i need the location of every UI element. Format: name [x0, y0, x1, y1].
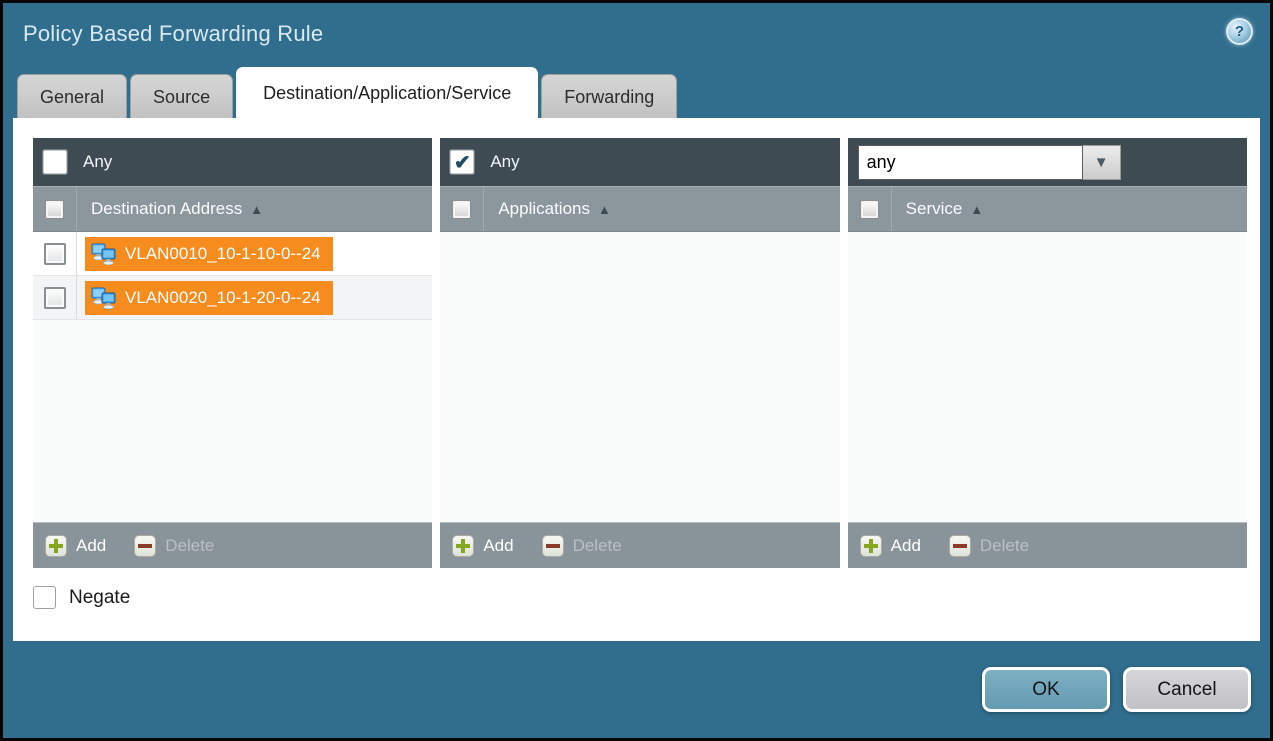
destination-select-all-cell [33, 187, 77, 231]
tab-source[interactable]: Source [130, 74, 233, 118]
add-label: Add [891, 536, 921, 556]
columns-container: Any Destination Address ▲ [33, 138, 1247, 568]
dropdown-button[interactable]: ▼ [1083, 145, 1121, 180]
help-icon[interactable]: ? [1226, 18, 1253, 45]
delete-label: Delete [573, 536, 622, 556]
applications-column: ✔ Any Applications ▲ [440, 138, 839, 568]
service-actions-bar: Add Delete [848, 522, 1247, 568]
add-label: Add [483, 536, 513, 556]
tab-general[interactable]: General [17, 74, 127, 118]
table-row: VLAN0020_10-1-20-0--24 [33, 276, 432, 320]
negate-checkbox[interactable] [33, 586, 56, 609]
cancel-button[interactable]: Cancel [1123, 667, 1251, 712]
destination-select-all-checkbox[interactable] [45, 200, 64, 219]
applications-any-checkbox[interactable]: ✔ [450, 150, 474, 174]
negate-row: Negate [33, 586, 1247, 609]
applications-select-all-cell [440, 187, 484, 231]
destination-actions-bar: Add Delete [33, 522, 432, 568]
tab-content: Any Destination Address ▲ [13, 118, 1260, 641]
service-list [848, 232, 1247, 522]
checkmark-icon: ✔ [454, 150, 471, 175]
destination-any-label: Any [83, 152, 112, 172]
service-dropdown-value[interactable]: any [858, 145, 1083, 180]
delete-label: Delete [980, 536, 1029, 556]
sort-ascending-icon: ▲ [250, 203, 263, 216]
negate-label: Negate [69, 587, 130, 609]
add-application-button[interactable]: Add [452, 535, 513, 557]
ok-button[interactable]: OK [982, 667, 1110, 712]
plus-icon [860, 535, 882, 557]
plus-icon [45, 535, 67, 557]
destination-address-header[interactable]: Destination Address ▲ [33, 186, 432, 232]
service-dropdown[interactable]: any ▼ [858, 145, 1121, 180]
applications-actions-bar: Add Delete [440, 522, 839, 568]
tab-destination-application-service[interactable]: Destination/Application/Service [236, 67, 538, 118]
add-destination-button[interactable]: Add [45, 535, 106, 557]
destination-header-label-wrap: Destination Address ▲ [91, 199, 263, 219]
help-glyph: ? [1235, 23, 1244, 40]
destination-address-list: VLAN0010_10-1-10-0--24 [33, 232, 432, 522]
dialog-title: Policy Based Forwarding Rule [23, 21, 1250, 47]
network-address-icon [91, 243, 117, 265]
address-object-label: VLAN0010_10-1-10-0--24 [125, 244, 321, 264]
row-checkbox-cell [33, 276, 77, 319]
delete-label: Delete [165, 536, 214, 556]
applications-header[interactable]: Applications ▲ [440, 186, 839, 232]
service-header-label: Service [906, 199, 963, 219]
plus-icon [452, 535, 474, 557]
applications-header-label-wrap: Applications ▲ [498, 199, 611, 219]
add-service-button[interactable]: Add [860, 535, 921, 557]
minus-icon [542, 535, 564, 557]
row-checkbox-cell [33, 232, 77, 275]
address-object[interactable]: VLAN0020_10-1-20-0--24 [85, 281, 333, 315]
policy-based-forwarding-dialog: Policy Based Forwarding Rule ? General S… [0, 0, 1273, 741]
delete-application-button[interactable]: Delete [542, 535, 622, 557]
address-object[interactable]: VLAN0010_10-1-10-0--24 [85, 237, 333, 271]
row-checkbox[interactable] [44, 287, 66, 309]
delete-service-button[interactable]: Delete [949, 535, 1029, 557]
dialog-titlebar: Policy Based Forwarding Rule ? [3, 3, 1270, 67]
destination-address-column: Any Destination Address ▲ [33, 138, 432, 568]
destination-any-bar: Any [33, 138, 432, 186]
tab-bar: General Source Destination/Application/S… [3, 67, 1270, 118]
applications-select-all-checkbox[interactable] [452, 200, 471, 219]
tab-forwarding[interactable]: Forwarding [541, 74, 677, 118]
service-header[interactable]: Service ▲ [848, 186, 1247, 232]
applications-list [440, 232, 839, 522]
destination-any-checkbox[interactable] [43, 150, 67, 174]
service-dropdown-bar: any ▼ [848, 138, 1247, 186]
add-label: Add [76, 536, 106, 556]
destination-header-label: Destination Address [91, 199, 242, 219]
service-select-all-cell [848, 187, 892, 231]
row-checkbox[interactable] [44, 243, 66, 265]
address-object-label: VLAN0020_10-1-20-0--24 [125, 288, 321, 308]
service-select-all-checkbox[interactable] [860, 200, 879, 219]
service-header-label-wrap: Service ▲ [906, 199, 984, 219]
applications-any-label: Any [490, 152, 519, 172]
chevron-down-icon: ▼ [1094, 154, 1109, 171]
minus-icon [949, 535, 971, 557]
applications-header-label: Applications [498, 199, 590, 219]
service-column: any ▼ Service ▲ [848, 138, 1247, 568]
applications-any-bar: ✔ Any [440, 138, 839, 186]
delete-destination-button[interactable]: Delete [134, 535, 214, 557]
dialog-footer: OK Cancel [3, 641, 1270, 738]
table-row: VLAN0010_10-1-10-0--24 [33, 232, 432, 276]
sort-ascending-icon: ▲ [970, 203, 983, 216]
network-address-icon [91, 287, 117, 309]
minus-icon [134, 535, 156, 557]
sort-ascending-icon: ▲ [598, 203, 611, 216]
